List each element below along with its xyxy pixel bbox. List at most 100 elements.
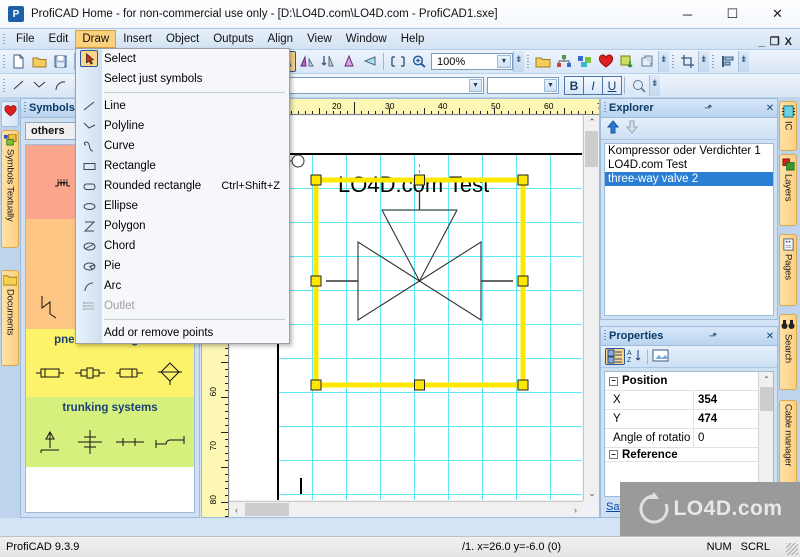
menu-item-polygon[interactable]: Polygon [76, 216, 289, 236]
menu-item-select-just-symbols[interactable]: Select just symbols [76, 69, 289, 89]
right-tab-pages[interactable]: Pages [779, 234, 797, 306]
zoom-in-icon[interactable] [408, 51, 429, 72]
toolbar-grip-6[interactable] [0, 75, 8, 97]
close-button[interactable]: ✕ [755, 0, 800, 29]
menu-item-chord[interactable]: Chord [76, 236, 289, 256]
menu-item-arc[interactable]: Arc [76, 276, 289, 296]
collapse-icon[interactable]: − [609, 376, 618, 386]
mdi-minimize-button[interactable]: _ [759, 36, 765, 48]
left-tab-symbols-textually[interactable]: Symbols Textually [1, 130, 19, 248]
network-icon[interactable] [553, 51, 574, 72]
left-tab-favorites[interactable] [1, 101, 19, 127]
maximize-button[interactable]: ☐ [710, 0, 755, 29]
property-group-position[interactable]: − Position [605, 372, 773, 391]
arrow-down-icon[interactable] [624, 119, 640, 138]
toolbar-grip-5[interactable] [709, 51, 717, 73]
toolbar-overflow-2[interactable] [658, 51, 669, 72]
properties-scrollbar[interactable]: ⌃ ⌄ [758, 372, 773, 496]
toolbar-grip-1[interactable] [0, 51, 8, 73]
menu-item-line[interactable]: Line [76, 96, 289, 116]
draw-dropdown-menu[interactable]: Select Select just symbols Line Polyline… [75, 48, 290, 344]
image-icon[interactable] [652, 348, 669, 366]
rotate-icon[interactable] [296, 51, 317, 72]
collapse-icon[interactable]: − [609, 450, 618, 459]
menu-file[interactable]: File [9, 30, 42, 48]
toolbar-grip-4[interactable] [669, 51, 677, 73]
mdi-restore-button[interactable]: ❐ [770, 35, 780, 48]
chevron-down-icon[interactable]: ⌄ [584, 486, 600, 501]
sort-az-icon[interactable]: AZ [627, 348, 643, 366]
crop-icon[interactable] [677, 51, 698, 72]
fit-to-window-icon[interactable] [387, 51, 408, 72]
scroll-thumb[interactable] [585, 131, 598, 167]
refresh-icon[interactable] [616, 51, 637, 72]
menu-help[interactable]: Help [394, 30, 432, 48]
zigzag-symbol[interactable] [33, 290, 67, 324]
panel-grip[interactable] [601, 327, 609, 346]
chevron-left-icon[interactable]: ‹ [229, 502, 244, 518]
chevron-right-icon[interactable]: › [568, 502, 583, 518]
diamond-symbol[interactable] [153, 356, 187, 390]
pin-icon[interactable]: ⬏ [706, 331, 720, 342]
menu-edit[interactable]: Edit [42, 30, 76, 48]
menu-item-add-or-remove-points[interactable]: Add or remove points [76, 323, 289, 343]
toolbar-overflow-4[interactable] [738, 51, 749, 72]
chevron-down-icon[interactable]: ▼ [544, 79, 557, 92]
close-icon[interactable]: ✕ [763, 103, 777, 114]
pin-icon[interactable]: ⬏ [701, 103, 715, 114]
menu-view[interactable]: View [300, 30, 339, 48]
blocks-icon[interactable] [574, 51, 595, 72]
resize-grip[interactable] [786, 543, 798, 555]
right-tab-search[interactable]: Search [779, 314, 797, 390]
explorer-list[interactable]: Kompressor oder Verdichter 1 LO4D.com Te… [604, 143, 774, 316]
italic-button[interactable]: I [583, 76, 603, 95]
toolbar-overflow-1[interactable] [513, 51, 524, 72]
toolbar-grip-3[interactable] [524, 51, 532, 73]
menu-outputs[interactable]: Outputs [206, 30, 260, 48]
color-picker-icon[interactable] [628, 75, 649, 96]
underline-button[interactable]: U [602, 76, 622, 95]
close-icon[interactable]: ✕ [763, 331, 777, 342]
chevron-up-icon[interactable]: ⌃ [584, 115, 600, 130]
chevron-down-icon[interactable]: ▼ [497, 55, 511, 68]
panel-grip[interactable] [601, 99, 609, 118]
menu-draw[interactable]: Draw [75, 30, 117, 48]
toolbar-overflow-6[interactable] [649, 75, 660, 96]
menu-item-select[interactable]: Select [76, 49, 289, 69]
font-size-combobox[interactable]: ▼ [487, 77, 559, 94]
menu-align[interactable]: Align [261, 30, 301, 48]
chevron-down-icon[interactable]: ▼ [469, 79, 482, 92]
property-row-angle[interactable]: Angle of rotatio 0 [605, 428, 773, 448]
symbols-library-icon[interactable] [532, 51, 553, 72]
zoom-level-combobox[interactable]: 100% ▼ [431, 53, 513, 70]
scroll-thumb[interactable] [760, 387, 773, 411]
duct-symbol[interactable] [113, 425, 147, 459]
bold-button[interactable]: B [564, 76, 584, 95]
properties-grid[interactable]: − Position X 354 Y 474 Angle of rotatio … [604, 371, 774, 497]
menu-item-rectangle[interactable]: Rectangle [76, 156, 289, 176]
minimize-button[interactable]: ─ [665, 0, 710, 29]
menu-item-rounded-rectangle[interactable]: Rounded rectangle Ctrl+Shift+Z [76, 176, 289, 196]
list-item[interactable]: LO4D.com Test [605, 158, 773, 172]
new-file-icon[interactable] [8, 51, 29, 72]
mirror-both-icon[interactable] [338, 51, 359, 72]
canvas-horizontal-scrollbar[interactable]: ‹ › [229, 501, 583, 517]
property-row-y[interactable]: Y 474 [605, 409, 773, 429]
left-tab-documents[interactable]: Documents [1, 270, 19, 366]
line-tool-icon[interactable] [8, 75, 29, 96]
toolbar-overflow-3[interactable] [698, 51, 709, 72]
right-tab-layers[interactable]: Layers [779, 154, 797, 226]
polyline-tool-icon[interactable] [29, 75, 50, 96]
arc-tool-icon[interactable] [50, 75, 71, 96]
favorites-heart-icon[interactable] [595, 51, 616, 72]
open-file-icon[interactable] [29, 51, 50, 72]
canvas-vertical-scrollbar[interactable]: ⌃ ⌄ [583, 115, 599, 501]
property-group-reference[interactable]: − Reference [605, 448, 773, 462]
cylinder-symbol[interactable] [33, 356, 67, 390]
font-name-combobox[interactable]: ▼ [272, 77, 484, 94]
scroll-thumb[interactable] [245, 503, 289, 516]
menu-object[interactable]: Object [159, 30, 206, 48]
panel-grip[interactable] [21, 99, 29, 118]
riser-symbol[interactable] [33, 425, 67, 459]
right-tab-ic[interactable]: IC [779, 101, 797, 151]
